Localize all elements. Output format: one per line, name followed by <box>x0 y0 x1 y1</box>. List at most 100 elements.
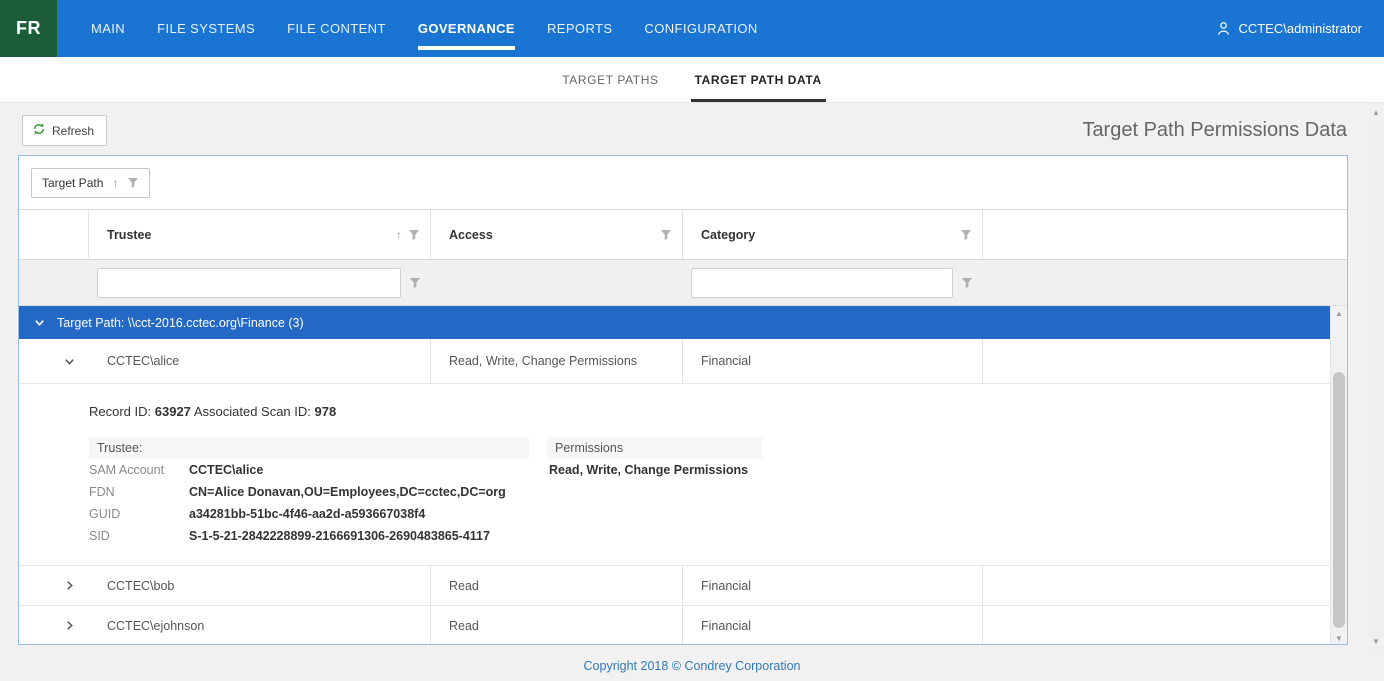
nav-item-reports[interactable]: REPORTS <box>547 17 612 40</box>
filter-cell-trustee <box>89 268 431 298</box>
field-value: CCTEC\alice <box>189 463 263 477</box>
filter-icon[interactable] <box>960 229 972 241</box>
trustee-filter-input[interactable] <box>97 268 401 298</box>
rows-area: Target Path: \\cct-2016.cctec.org\Financ… <box>19 306 1330 645</box>
record-summary: Record ID: 63927 Associated Scan ID: 978 <box>89 404 1330 419</box>
cell-trustee: CCTEC\ejohnson <box>89 606 431 645</box>
field-label: SAM Account <box>89 463 189 477</box>
refresh-icon <box>32 122 46 139</box>
topbar: FR MAIN FILE SYSTEMS FILE CONTENT GOVERN… <box>0 0 1384 57</box>
cell-filler <box>983 566 1330 605</box>
tab-target-paths[interactable]: TARGET PATHS <box>558 60 662 102</box>
field-value: a34281bb-51bc-4f46-aa2d-a593667038f4 <box>189 507 425 521</box>
cell-filler <box>983 606 1330 645</box>
expand-row-button[interactable] <box>49 606 89 645</box>
permissions-grid: Target Path ↑ Trustee ↑ Access <box>18 155 1348 645</box>
field-value: S-1-5-21-2842228899-2166691306-269048386… <box>189 529 490 543</box>
field-label: FDN <box>89 485 189 499</box>
group-chip-target-path[interactable]: Target Path ↑ <box>31 168 150 198</box>
scan-id-value: 978 <box>315 404 337 419</box>
grid-header-row: Trustee ↑ Access Category <box>19 210 1347 260</box>
tab-target-path-data[interactable]: TARGET PATH DATA <box>691 60 826 102</box>
footer-copyright: Copyright 2018 © Condrey Corporation <box>0 651 1384 681</box>
detail-field-row: GUID a34281bb-51bc-4f46-aa2d-a593667038f… <box>89 503 529 525</box>
detail-field-row: SID S-1-5-21-2842228899-2166691306-26904… <box>89 525 529 547</box>
filter-icon[interactable] <box>408 229 420 241</box>
expand-row-button[interactable] <box>49 566 89 605</box>
sort-ascending-icon[interactable]: ↑ <box>112 177 118 189</box>
collapse-row-button[interactable] <box>49 339 89 383</box>
cell-filler <box>983 339 1330 383</box>
grid-vertical-scrollbar[interactable]: ▲ ▼ <box>1330 306 1347 645</box>
grid-filter-row <box>19 260 1347 306</box>
permissions-detail-table: Permissions Read, Write, Change Permissi… <box>547 437 762 547</box>
table-row-bob[interactable]: CCTEC\bob Read Financial <box>19 566 1330 606</box>
refresh-label: Refresh <box>52 124 94 138</box>
trustee-detail-header: Trustee: <box>89 437 529 459</box>
detail-field-row: SAM Account CCTEC\alice <box>89 459 529 481</box>
field-value: CN=Alice Donavan,OU=Employees,DC=cctec,D… <box>189 485 506 499</box>
column-header-access-label: Access <box>449 228 493 242</box>
row-spacer <box>19 566 49 605</box>
subnav: TARGET PATHS TARGET PATH DATA <box>0 57 1384 103</box>
page-vertical-scrollbar[interactable]: ▲ ▼ <box>1368 103 1384 650</box>
user-menu[interactable]: CCTEC\administrator <box>1216 0 1384 57</box>
filter-icon[interactable] <box>409 277 421 289</box>
user-icon <box>1216 21 1231 36</box>
row-spacer <box>19 606 49 645</box>
field-label: SID <box>89 529 189 543</box>
filter-icon[interactable] <box>961 277 973 289</box>
cell-trustee: CCTEC\alice <box>89 339 431 383</box>
group-row-target-path[interactable]: Target Path: \\cct-2016.cctec.org\Financ… <box>19 306 1330 339</box>
scroll-up-arrow-icon[interactable]: ▲ <box>1368 105 1384 119</box>
cell-category: Financial <box>683 339 983 383</box>
filter-icon[interactable] <box>127 177 139 189</box>
app-logo: FR <box>0 0 57 57</box>
filter-icon[interactable] <box>660 229 672 241</box>
main-navigation: MAIN FILE SYSTEMS FILE CONTENT GOVERNANC… <box>91 0 758 57</box>
nav-item-governance[interactable]: GOVERNANCE <box>418 17 515 40</box>
chevron-down-icon <box>64 356 75 367</box>
record-id-label: Record ID: <box>89 404 151 419</box>
scrollbar-thumb[interactable] <box>1333 372 1345 628</box>
cell-category: Financial <box>683 606 983 645</box>
chevron-down-icon[interactable] <box>34 317 45 328</box>
page-title: Target Path Permissions Data <box>1082 115 1347 145</box>
nav-item-file-content[interactable]: FILE CONTENT <box>287 17 386 40</box>
scroll-up-arrow-icon[interactable]: ▲ <box>1331 306 1347 321</box>
filter-cell-category <box>683 268 983 298</box>
scan-id-label: Associated Scan ID: <box>194 404 311 419</box>
table-row-ejohnson[interactable]: CCTEC\ejohnson Read Financial <box>19 606 1330 645</box>
refresh-button[interactable]: Refresh <box>22 115 107 146</box>
column-header-trustee-label: Trustee <box>107 228 151 242</box>
cell-access: Read <box>431 566 683 605</box>
group-row-label: Target Path: \\cct-2016.cctec.org\Financ… <box>57 316 304 330</box>
nav-item-configuration[interactable]: CONFIGURATION <box>644 17 757 40</box>
chevron-right-icon <box>64 620 75 631</box>
nav-item-main[interactable]: MAIN <box>91 17 125 40</box>
detail-field-row: FDN CN=Alice Donavan,OU=Employees,DC=cct… <box>89 481 529 503</box>
cell-access: Read <box>431 606 683 645</box>
permissions-detail-header: Permissions <box>547 437 762 459</box>
scroll-down-arrow-icon[interactable]: ▼ <box>1331 631 1347 645</box>
column-header-access[interactable]: Access <box>431 210 683 259</box>
user-name: CCTEC\administrator <box>1238 21 1362 36</box>
nav-item-file-systems[interactable]: FILE SYSTEMS <box>157 17 255 40</box>
header-filler <box>983 210 1347 259</box>
column-header-category[interactable]: Category <box>683 210 983 259</box>
group-chip-label: Target Path <box>42 176 103 190</box>
permissions-value: Read, Write, Change Permissions <box>547 459 762 477</box>
chevron-right-icon <box>64 580 75 591</box>
table-row-alice[interactable]: CCTEC\alice Read, Write, Change Permissi… <box>19 339 1330 384</box>
cell-category: Financial <box>683 566 983 605</box>
sort-ascending-icon[interactable]: ↑ <box>396 229 402 241</box>
record-id-value: 63927 <box>155 404 191 419</box>
header-spacer-1 <box>19 210 49 259</box>
cell-trustee: CCTEC\bob <box>89 566 431 605</box>
trustee-detail-table: Trustee: SAM Account CCTEC\alice FDN CN=… <box>89 437 529 547</box>
column-header-trustee[interactable]: Trustee ↑ <box>89 210 431 259</box>
header-spacer-2 <box>49 210 89 259</box>
toolbar: Refresh Target Path Permissions Data <box>0 103 1384 155</box>
scroll-down-arrow-icon[interactable]: ▼ <box>1368 634 1384 648</box>
category-filter-input[interactable] <box>691 268 953 298</box>
